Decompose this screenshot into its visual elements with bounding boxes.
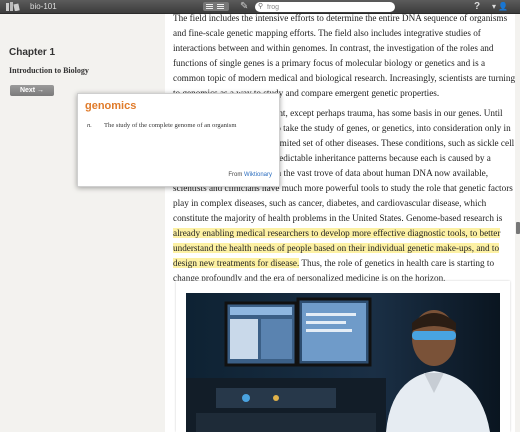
chapter-heading: Chapter 1 xyxy=(9,47,56,58)
dictionary-popup[interactable]: genomics n. The study of the complete ge… xyxy=(77,93,280,187)
chapter-title: Introduction to Biology xyxy=(9,66,89,75)
definition-word: genomics xyxy=(85,100,137,112)
paragraph: The field includes the intensive efforts… xyxy=(173,13,516,98)
source-prefix: From xyxy=(228,172,244,178)
scroll-handle[interactable] xyxy=(516,222,520,234)
book-title: bio-101 xyxy=(30,2,57,11)
next-button[interactable]: Next → xyxy=(10,85,54,96)
search-icon: ⚲ xyxy=(258,3,264,10)
figure xyxy=(176,281,510,432)
part-of-speech: n. xyxy=(87,122,92,129)
wiktionary-link[interactable]: Wiktionary xyxy=(244,172,272,178)
lab-photo[interactable] xyxy=(186,293,500,432)
definition-source: From Wiktionary xyxy=(228,172,272,178)
list-view-icon[interactable] xyxy=(203,2,229,11)
books-icon[interactable] xyxy=(6,2,20,11)
definition-text: The study of the complete genome of an o… xyxy=(104,122,237,129)
